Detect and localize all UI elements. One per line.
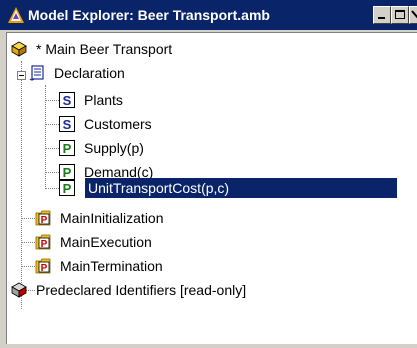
parameter-p-icon: P: [59, 140, 75, 156]
maximize-icon: [395, 10, 405, 19]
maximize-button[interactable]: [391, 6, 409, 24]
tree-node-label: Plants: [84, 92, 123, 108]
svg-text:P: P: [41, 239, 48, 250]
tree-node-label: Customers: [84, 116, 152, 132]
tree-connector: [21, 61, 22, 309]
close-icon: [411, 10, 417, 19]
tree-node-label: Declaration: [54, 65, 125, 81]
procedure-folder-icon: P: [35, 234, 51, 250]
tree-node-declaration[interactable]: Declaration: [29, 63, 329, 83]
svg-text:P: P: [63, 181, 72, 196]
set-s-icon: S: [59, 92, 75, 108]
svg-text:P: P: [41, 215, 48, 226]
predeclared-box-icon: [11, 282, 27, 298]
tree-node-label: Predeclared Identifiers [read-only]: [36, 282, 247, 298]
svg-text:P: P: [63, 141, 72, 156]
procedure-folder-icon: P: [35, 258, 51, 274]
minimize-button[interactable]: [373, 6, 391, 24]
tree-node-set-plants[interactable]: S Plants: [59, 90, 179, 110]
tree-node-parameter-supply[interactable]: P Supply(p): [59, 138, 209, 158]
tree-node-label: Supply(p): [84, 140, 144, 156]
tree-node-label: * Main Beer Transport: [36, 41, 173, 57]
minimize-icon: [378, 17, 385, 19]
tree-node-label: MainInitialization: [60, 210, 164, 226]
declaration-scroll-icon: [29, 65, 44, 81]
tree-node-procedure-main-execution[interactable]: P MainExecution: [35, 232, 235, 252]
tree-connector: [45, 148, 59, 149]
tree-node-label: MainTermination: [60, 258, 163, 274]
model-explorer-window: Model Explorer: Beer Transport.amb * Mai…: [0, 0, 417, 348]
tree-connector: [45, 172, 59, 173]
aimms-model-icon: [8, 7, 24, 23]
svg-text:S: S: [63, 93, 72, 108]
close-button[interactable]: [409, 6, 417, 24]
tree-node-label: UnitTransportCost(p,c): [85, 178, 397, 198]
svg-text:S: S: [63, 117, 72, 132]
collapse-toggle[interactable]: [17, 71, 26, 80]
tree-node-predeclared-identifiers[interactable]: Predeclared Identifiers [read-only]: [11, 280, 371, 300]
tree-node-parameter-unit-transport-cost[interactable]: P UnitTransportCost(p,c): [59, 178, 399, 198]
tree-node-label: MainExecution: [60, 234, 152, 250]
window-title: Model Explorer: Beer Transport.amb: [28, 7, 270, 23]
title-bar[interactable]: Model Explorer: Beer Transport.amb: [0, 0, 417, 30]
tree-connector: [21, 242, 35, 243]
svg-text:P: P: [41, 263, 48, 274]
tree-node-procedure-main-initialization[interactable]: P MainInitialization: [35, 208, 235, 228]
tree-connector: [45, 100, 59, 101]
tree-node-procedure-main-termination[interactable]: P MainTermination: [35, 256, 235, 276]
procedure-folder-icon: P: [35, 210, 51, 226]
tree-connector: [45, 188, 59, 189]
tree-connector: [21, 218, 35, 219]
tree-connector: [45, 124, 59, 125]
set-s-icon: S: [59, 116, 75, 132]
model-box-icon: [11, 41, 27, 57]
parameter-p-icon: P: [59, 180, 75, 196]
model-tree-panel[interactable]: * Main Beer Transport Declaration S Plan…: [6, 32, 417, 344]
tree-connector: [21, 266, 35, 267]
tree-node-set-customers[interactable]: S Customers: [59, 114, 209, 134]
tree-node-root[interactable]: * Main Beer Transport: [11, 39, 311, 59]
